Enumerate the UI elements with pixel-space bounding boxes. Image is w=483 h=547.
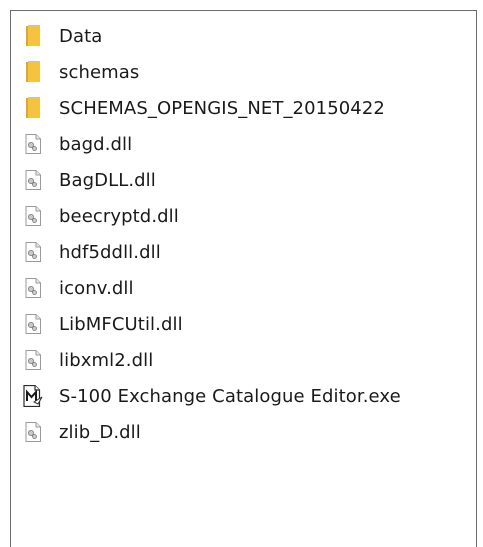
- folder-icon: [23, 96, 43, 120]
- file-name: S-100 Exchange Catalogue Editor.exe: [59, 385, 401, 407]
- folder-icon: [23, 24, 43, 48]
- file-item-libmfcutil-dll[interactable]: LibMFCUtil.dll: [23, 306, 401, 342]
- dll-file-icon: [23, 204, 43, 228]
- file-name: schemas: [59, 61, 140, 83]
- dll-file-icon: [23, 168, 43, 192]
- dll-file-icon: [23, 348, 43, 372]
- file-item-schemas[interactable]: schemas: [23, 54, 401, 90]
- file-name: LibMFCUtil.dll: [59, 313, 183, 335]
- dll-file-icon: [23, 420, 43, 444]
- file-name: Data: [59, 25, 103, 47]
- file-name: SCHEMAS_OPENGIS_NET_20150422: [59, 97, 385, 119]
- dll-file-icon: [23, 276, 43, 300]
- application-icon: [23, 384, 43, 408]
- dll-file-icon: [23, 312, 43, 336]
- file-item-hdf5ddll-dll[interactable]: hdf5ddll.dll: [23, 234, 401, 270]
- file-name: beecryptd.dll: [59, 205, 179, 227]
- file-item-beecryptd-dll[interactable]: beecryptd.dll: [23, 198, 401, 234]
- file-item-bagdll-dll[interactable]: BagDLL.dll: [23, 162, 401, 198]
- file-item-zlib-d-dll[interactable]: zlib_D.dll: [23, 414, 401, 450]
- file-item-data[interactable]: Data: [23, 18, 401, 54]
- file-name: bagd.dll: [59, 133, 133, 155]
- file-item-libxml2-dll[interactable]: libxml2.dll: [23, 342, 401, 378]
- file-item-schemas-opengis[interactable]: SCHEMAS_OPENGIS_NET_20150422: [23, 90, 401, 126]
- file-name: iconv.dll: [59, 277, 134, 299]
- file-item-s100-exchange-catalogue-editor-exe[interactable]: S-100 Exchange Catalogue Editor.exe: [23, 378, 401, 414]
- folder-icon: [23, 60, 43, 84]
- file-name: hdf5ddll.dll: [59, 241, 161, 263]
- file-name: zlib_D.dll: [59, 421, 141, 443]
- dll-file-icon: [23, 240, 43, 264]
- file-list: Data schemas SCHEMAS_OPENGIS_NET_2015042…: [23, 18, 401, 450]
- file-name: libxml2.dll: [59, 349, 154, 371]
- dll-file-icon: [23, 132, 43, 156]
- file-item-bagd-dll[interactable]: bagd.dll: [23, 126, 401, 162]
- file-item-iconv-dll[interactable]: iconv.dll: [23, 270, 401, 306]
- file-name: BagDLL.dll: [59, 169, 156, 191]
